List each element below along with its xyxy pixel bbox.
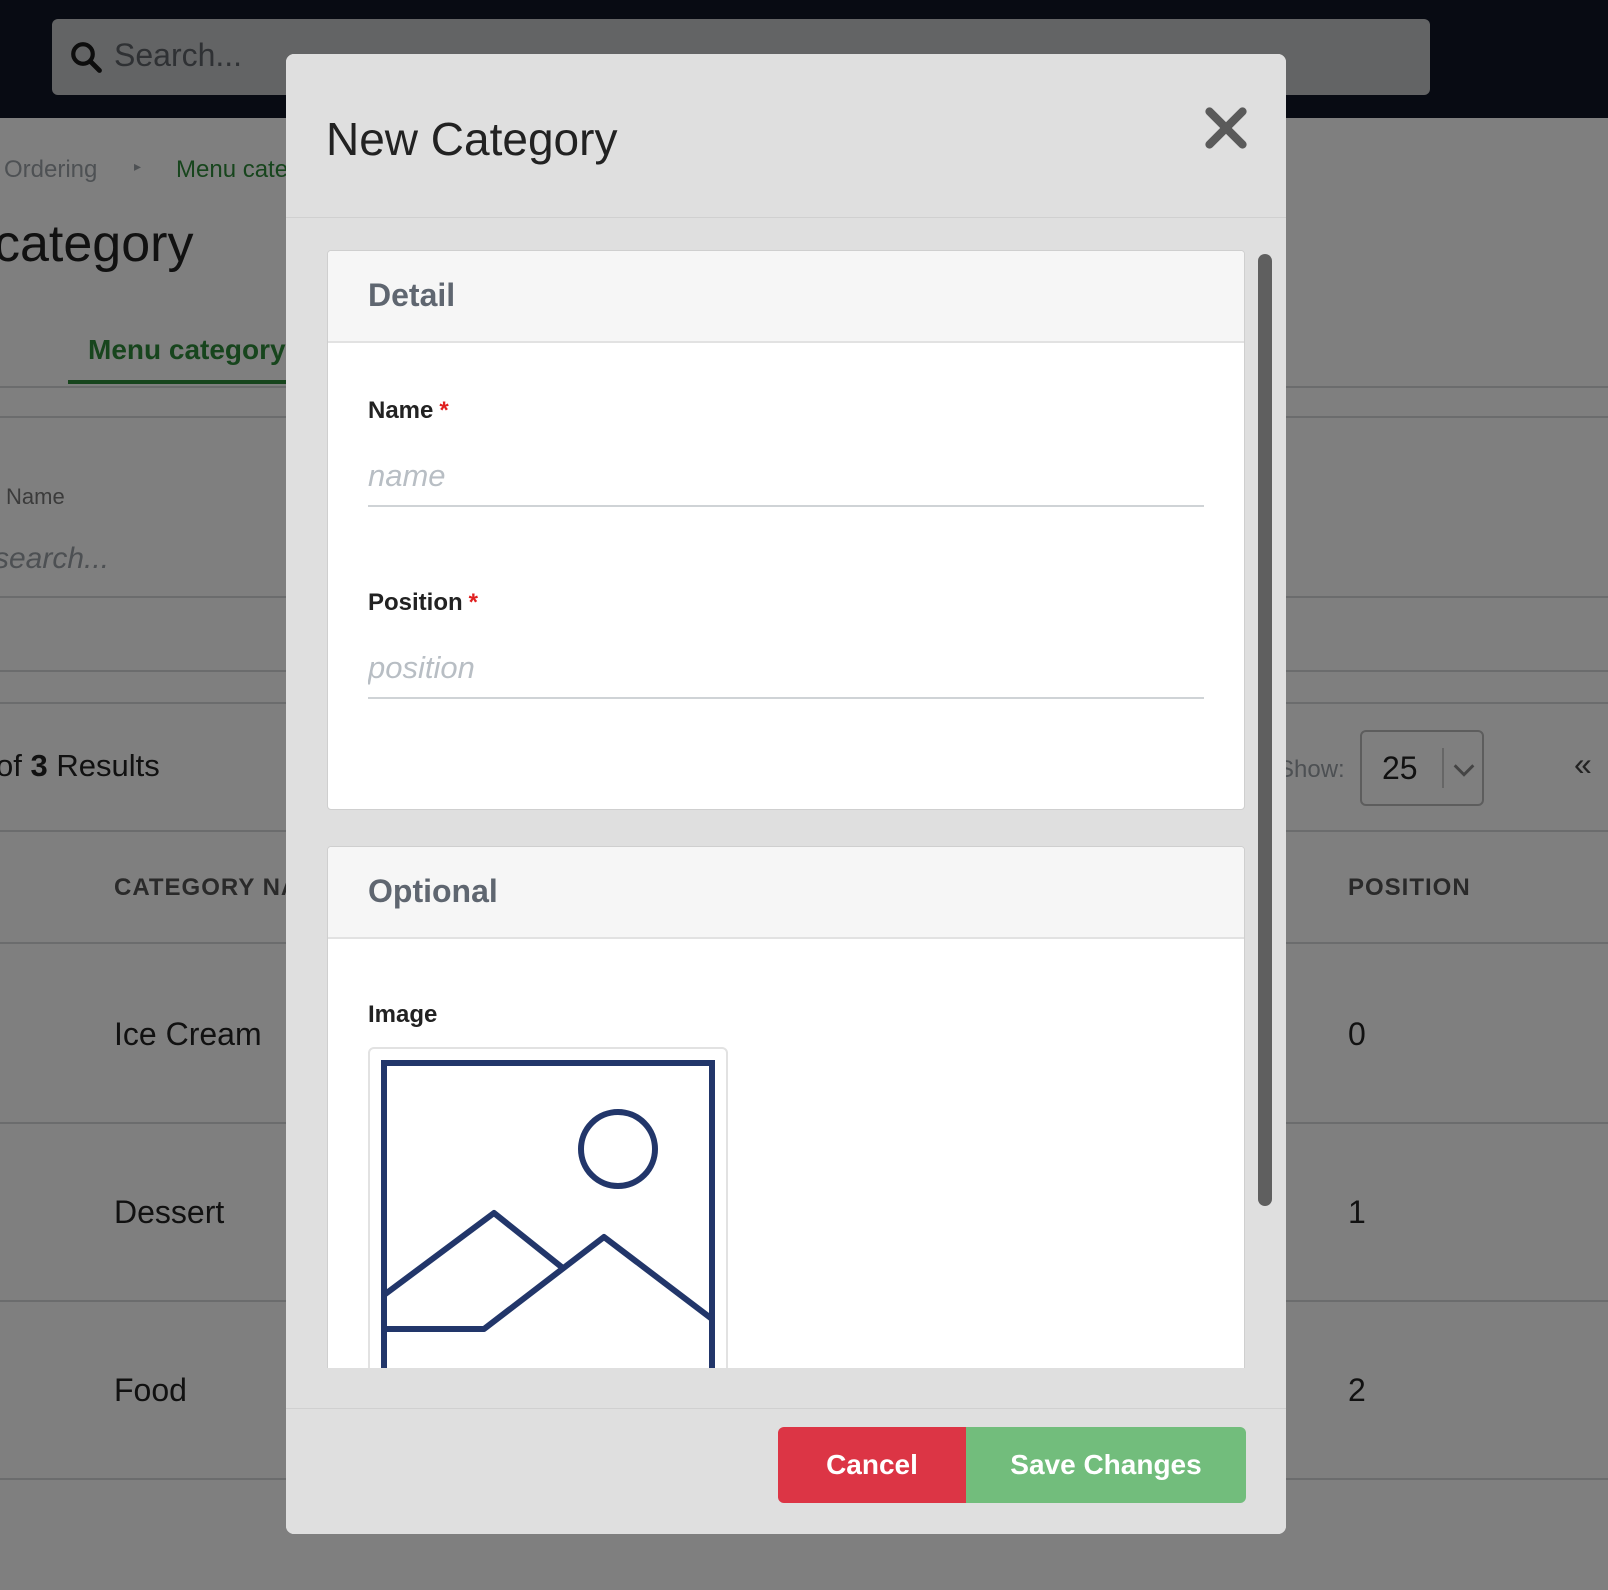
optional-card: Optional Image: [327, 846, 1245, 1368]
modal-body[interactable]: Detail Name* Position* Optional Image: [286, 218, 1286, 1368]
cancel-button[interactable]: Cancel: [778, 1427, 966, 1503]
modal-title: New Category: [326, 113, 618, 165]
position-input[interactable]: [368, 639, 1204, 699]
required-asterisk: *: [439, 397, 449, 424]
image-upload-area[interactable]: [368, 1047, 728, 1368]
close-icon[interactable]: [1204, 106, 1248, 150]
detail-card-title: Detail: [368, 277, 456, 313]
image-placeholder-icon: [381, 1060, 715, 1368]
modal-footer: Cancel Save Changes: [286, 1408, 1286, 1534]
optional-card-title: Optional: [368, 873, 498, 909]
name-input[interactable]: [368, 447, 1204, 507]
optional-card-header: Optional: [328, 847, 1244, 939]
position-field-label: Position *: [368, 589, 479, 616]
modal-scrollbar[interactable]: [1258, 254, 1272, 1206]
name-field-label: Name *: [368, 397, 449, 424]
required-asterisk: *: [468, 589, 479, 616]
modal-header: New Category: [286, 54, 1286, 218]
save-changes-button[interactable]: Save Changes: [966, 1427, 1246, 1503]
detail-card-header: Detail: [328, 251, 1244, 343]
detail-card: Detail Name* Position*: [327, 250, 1245, 810]
image-field-label: Image: [368, 1001, 438, 1028]
new-category-modal: New Category Detail Name* Position* Opti: [286, 54, 1286, 1534]
